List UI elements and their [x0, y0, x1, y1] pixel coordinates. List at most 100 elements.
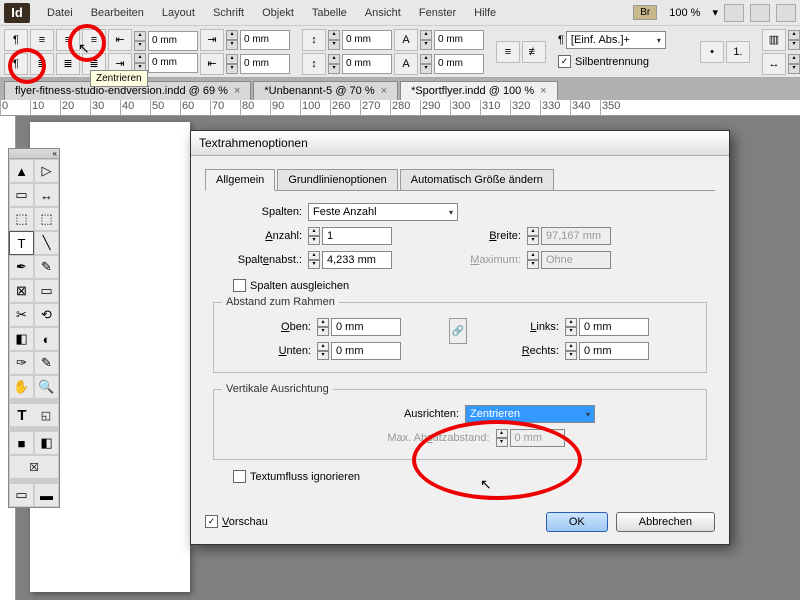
abstand-stepper[interactable]: ▴▾ — [308, 251, 320, 269]
preview-view-icon[interactable]: ▬ — [34, 483, 59, 507]
pen-tool-icon[interactable]: ✒ — [9, 255, 34, 279]
zoom-level[interactable]: 100 % — [663, 7, 706, 19]
hand-tool-icon[interactable]: ✋ — [9, 375, 34, 399]
zoom-arrow-icon[interactable]: ▾ — [712, 6, 718, 19]
parastyle-icon: ¶ — [558, 34, 564, 46]
apply-none-icon[interactable]: ☒ — [10, 461, 58, 474]
screen-mode-icon[interactable] — [750, 4, 770, 22]
menu-datei[interactable]: Datei — [38, 7, 82, 19]
content-placer-icon[interactable]: ⬚ — [34, 207, 59, 231]
gradient-swatch-icon[interactable]: ◧ — [9, 327, 34, 351]
space-field-4[interactable]: 0 mm — [434, 54, 484, 74]
bridge-button[interactable]: Br — [633, 5, 657, 20]
menu-objekt[interactable]: Objekt — [253, 7, 303, 19]
unten-input[interactable]: 0 mm — [331, 342, 401, 360]
tab-allgemein[interactable]: Allgemein — [205, 169, 275, 191]
selection-tool-icon[interactable]: ▲ — [9, 159, 34, 183]
transform-tool-icon[interactable]: ⟲ — [34, 303, 59, 327]
paragraph-mode-icon[interactable]: ¶ — [4, 29, 28, 51]
list-bullet-icon[interactable]: • — [700, 41, 724, 63]
gradient-feather-icon[interactable]: ◐ — [34, 327, 59, 351]
spalten-dropdown[interactable]: Feste Anzahl▾ — [308, 203, 458, 221]
type-tool-icon[interactable]: T — [9, 231, 34, 255]
rectangle-frame-icon[interactable]: ⊠ — [9, 279, 34, 303]
vorschau-checkbox[interactable]: ✓ — [205, 515, 218, 528]
pencil-tool-icon[interactable]: ✎ — [34, 255, 59, 279]
line-tool-icon[interactable]: ╲ — [34, 231, 59, 255]
firstline-icon[interactable]: ⇥ — [200, 29, 224, 51]
page-tool-icon[interactable]: ▭ — [9, 183, 34, 207]
menu-fenster[interactable]: Fenster — [410, 7, 465, 19]
tab-autogroesse[interactable]: Automatisch Größe ändern — [400, 169, 554, 191]
rechts-input[interactable]: 0 mm — [579, 342, 649, 360]
gutter-icon[interactable]: ↔ — [762, 53, 786, 75]
space-field-2[interactable]: 0 mm — [342, 54, 392, 74]
ausrichten-dropdown[interactable]: Zentrieren▾ — [465, 405, 595, 423]
direct-selection-tool-icon[interactable]: ▷ — [34, 159, 59, 183]
align-left-icon[interactable]: ≡ — [30, 29, 54, 51]
indent-field-3[interactable]: 0 mm — [240, 30, 290, 50]
ausgleichen-checkbox[interactable] — [233, 279, 246, 292]
doc-tab-3[interactable]: *Sportflyer.indd @ 100 %× — [400, 81, 558, 100]
space-field-1[interactable]: 0 mm — [342, 30, 392, 50]
space-before-icon[interactable]: ↕ — [302, 29, 326, 51]
character-mode-icon[interactable]: ¶ — [4, 53, 28, 75]
justify-center-icon[interactable]: ≣ — [56, 53, 80, 75]
no-baseline-icon[interactable]: ≢ — [522, 41, 546, 63]
anzahl-stepper[interactable]: ▴▾ — [308, 227, 320, 245]
space-field-3[interactable]: 0 mm — [434, 30, 484, 50]
panel-collapse-icon[interactable]: « — [9, 149, 59, 159]
oben-input[interactable]: 0 mm — [331, 318, 401, 336]
indent-left-icon[interactable]: ⇤ — [108, 29, 132, 51]
links-input[interactable]: 0 mm — [579, 318, 649, 336]
justify-left-icon[interactable]: ≣ — [30, 53, 54, 75]
abstand-input[interactable]: 4,233 mm — [322, 251, 392, 269]
list-number-icon[interactable]: 1. — [726, 41, 750, 63]
indent-field-1[interactable]: 0 mm — [148, 31, 198, 51]
ok-button[interactable]: OK — [546, 512, 608, 532]
fill-stroke-icon[interactable]: T◱ — [9, 403, 59, 427]
anzahl-input[interactable]: 1 — [322, 227, 392, 245]
scissors-tool-icon[interactable]: ✂ — [9, 303, 34, 327]
rectangle-tool-icon[interactable]: ▭ — [34, 279, 59, 303]
apply-gradient-icon[interactable]: ◧ — [34, 431, 59, 455]
close-icon[interactable]: × — [540, 85, 546, 97]
doc-tab-2[interactable]: *Unbenannt-5 @ 70 %× — [253, 81, 398, 100]
indent-field-4[interactable]: 0 mm — [240, 54, 290, 74]
menu-layout[interactable]: Layout — [153, 7, 204, 19]
zoom-tool-icon[interactable]: 🔍 — [34, 375, 59, 399]
baseline-grid-icon[interactable]: ≡ — [496, 41, 520, 63]
note-tool-icon[interactable]: ✑ — [9, 351, 34, 375]
menu-bearbeiten[interactable]: Bearbeiten — [82, 7, 153, 19]
normal-view-icon[interactable]: ▭ — [9, 483, 34, 507]
indent-field-2[interactable]: 0 mm — [148, 53, 198, 73]
umfluss-checkbox[interactable] — [233, 470, 246, 483]
menu-hilfe[interactable]: Hilfe — [465, 7, 505, 19]
dropcap-chars-icon[interactable]: A — [394, 53, 418, 75]
close-icon[interactable]: × — [234, 85, 240, 97]
space-after-icon[interactable]: ↕ — [302, 53, 326, 75]
hyphenation-checkbox[interactable]: ✓ — [558, 55, 571, 68]
close-icon[interactable]: × — [381, 85, 387, 97]
menu-schrift[interactable]: Schrift — [204, 7, 253, 19]
tab-grundlinien[interactable]: Grundlinienoptionen — [277, 169, 397, 191]
stepper[interactable]: ▴▾ — [134, 31, 146, 51]
eyedropper-tool-icon[interactable]: ✎ — [34, 351, 59, 375]
columns-icon[interactable]: ▥ — [762, 29, 786, 51]
view-mode-icon[interactable] — [724, 4, 744, 22]
vorschau-label: Vorschau — [222, 516, 268, 528]
apply-color-icon[interactable]: ■ — [9, 431, 34, 455]
breite-stepper[interactable]: ▴▾ — [527, 227, 539, 245]
menu-tabelle[interactable]: Tabelle — [303, 7, 356, 19]
content-collector-icon[interactable]: ⬚ — [9, 207, 34, 231]
menu-ansicht[interactable]: Ansicht — [356, 7, 410, 19]
gap-tool-icon[interactable]: ↔ — [34, 183, 59, 207]
cancel-button[interactable]: Abbrechen — [616, 512, 715, 532]
dialog-title: Textrahmenoptionen — [191, 131, 729, 156]
arrange-icon[interactable] — [776, 4, 796, 22]
link-values-icon[interactable]: 🔗 — [449, 318, 467, 344]
align-center-icon[interactable]: ≡ — [56, 29, 80, 51]
lastline-icon[interactable]: ⇤ — [200, 53, 224, 75]
paragraph-style-dropdown[interactable]: [Einf. Abs.]+▾ — [566, 31, 666, 49]
dropcap-lines-icon[interactable]: A — [394, 29, 418, 51]
